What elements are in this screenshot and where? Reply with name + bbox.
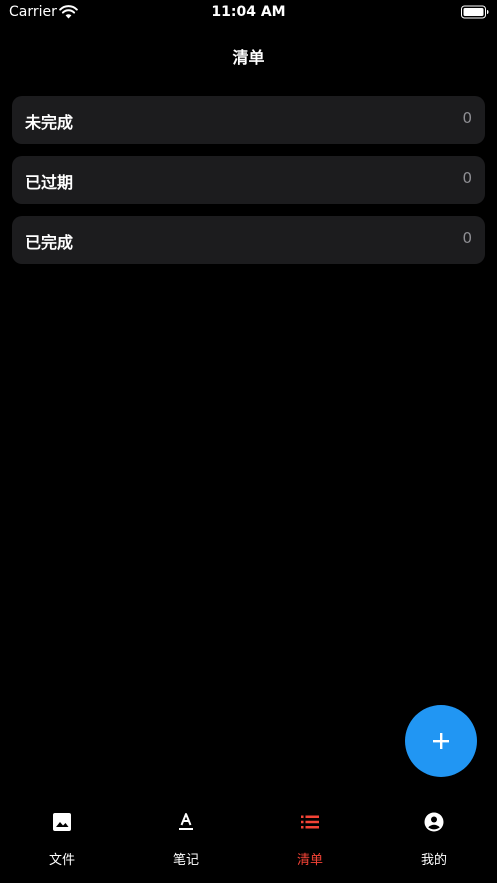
- plus-icon: [433, 733, 449, 749]
- list-item-completed[interactable]: 已完成 0: [12, 216, 485, 264]
- list-icon: [301, 815, 319, 829]
- tab-label: 笔记: [172, 853, 199, 868]
- status-bar: Carrier 11:04 AM: [0, 0, 497, 26]
- list-item-count: 0: [462, 169, 472, 187]
- battery-icon: [461, 5, 489, 19]
- tab-label: 我的: [420, 853, 447, 868]
- list-item-label: 已完成: [25, 233, 74, 252]
- tab-files[interactable]: 文件: [0, 800, 124, 883]
- list-item-overdue[interactable]: 已过期 0: [12, 156, 485, 204]
- checklist-category-list: 未完成 0 已过期 0 已完成 0: [12, 96, 485, 276]
- account-circle-icon: [424, 812, 444, 832]
- tab-label: 文件: [48, 853, 75, 868]
- tab-label: 清单: [296, 853, 323, 868]
- text-format-icon: [179, 813, 193, 830]
- add-button[interactable]: [405, 705, 477, 777]
- image-icon: [53, 813, 71, 831]
- list-item-count: 0: [462, 109, 472, 127]
- list-item-count: 0: [462, 229, 472, 247]
- tab-bar: 文件 笔记 清单 我的: [0, 800, 497, 883]
- page-title: 清单: [232, 48, 265, 67]
- list-item-incomplete[interactable]: 未完成 0: [12, 96, 485, 144]
- tab-notes[interactable]: 笔记: [124, 800, 248, 883]
- tab-checklist[interactable]: 清单: [248, 800, 372, 883]
- tab-profile[interactable]: 我的: [372, 800, 496, 883]
- status-time: 11:04 AM: [211, 4, 286, 20]
- list-item-label: 未完成: [25, 113, 74, 132]
- list-item-label: 已过期: [25, 173, 74, 192]
